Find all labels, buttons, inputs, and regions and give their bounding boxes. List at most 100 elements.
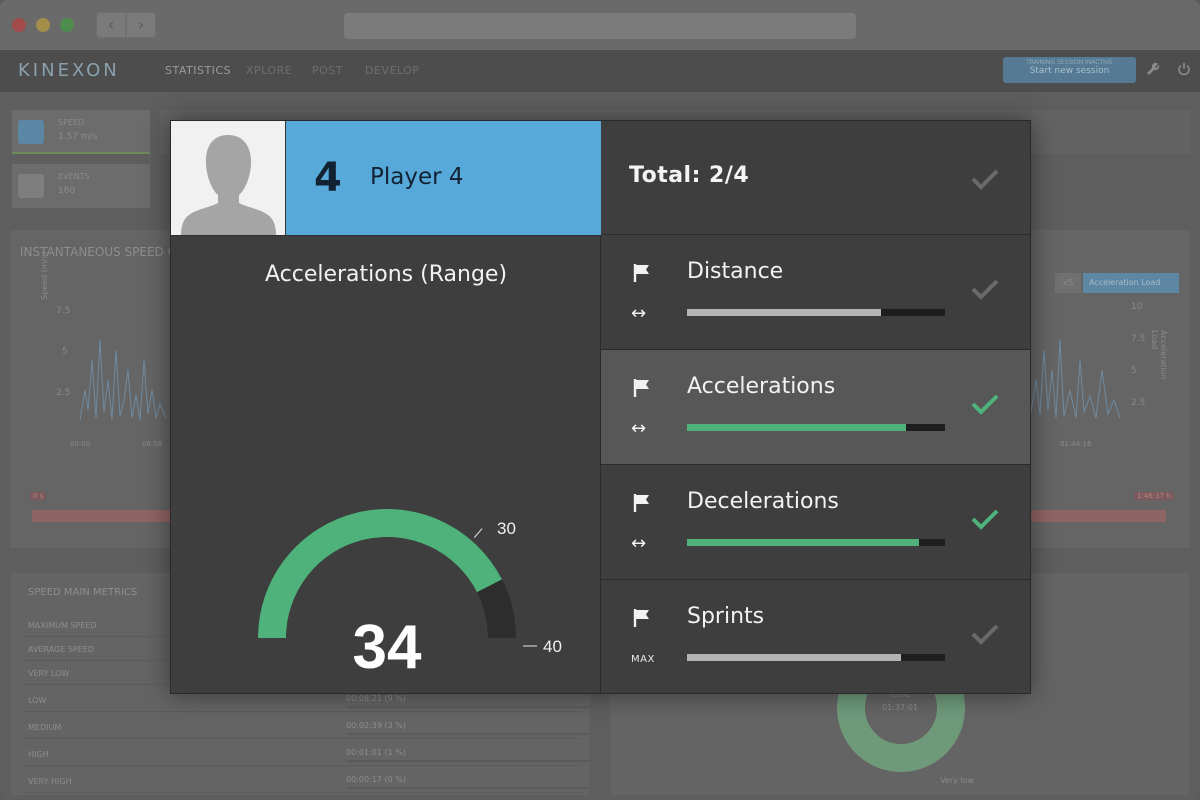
row-bar xyxy=(346,706,590,708)
stat-value: 1.57 m/s xyxy=(58,132,98,142)
stat-label: SPEED xyxy=(58,118,85,127)
row-label: VERY LOW xyxy=(28,669,70,678)
flag-icon xyxy=(633,264,649,282)
player-number: 4 xyxy=(314,155,342,201)
progress-fill xyxy=(687,424,907,431)
y-axis-label-left: Speed (m/s) xyxy=(40,251,49,300)
metric-name: Distance xyxy=(687,259,784,284)
progress-track xyxy=(687,424,945,431)
check-icon xyxy=(971,169,999,190)
tag-icon xyxy=(18,174,44,198)
double-arrow-icon: ↔ xyxy=(631,533,647,554)
range-slider-right[interactable] xyxy=(1030,510,1166,522)
y-tick: 7.5 xyxy=(56,306,71,316)
start-session-label: Start new session xyxy=(1029,66,1110,76)
stat-card-events[interactable]: EVENTS 160 xyxy=(12,164,150,208)
stat-underline xyxy=(12,152,150,154)
kinexon-logo: KINEXON xyxy=(18,60,120,81)
nav-xplore[interactable]: XPLORE xyxy=(246,64,292,77)
progress-fill xyxy=(687,309,881,316)
row-label: AVERAGE SPEED xyxy=(28,645,95,654)
row-bar xyxy=(346,760,590,762)
range-end-label: 1:46:37 h xyxy=(1134,492,1174,500)
x-tick: 06:58 xyxy=(142,440,163,448)
progress-track xyxy=(687,654,945,661)
gauge-min-tick xyxy=(473,528,483,538)
metric-row-decelerations[interactable]: ↔ Decelerations xyxy=(601,465,1030,580)
speed-series-left xyxy=(80,339,167,421)
nav-post[interactable]: POST xyxy=(312,64,343,77)
row-value: 00:00:17 (0 %) xyxy=(346,775,406,784)
address-bar[interactable] xyxy=(344,13,856,39)
y-tick-right: 5 xyxy=(1131,366,1137,376)
vs-label: VS xyxy=(1055,273,1081,293)
row-label: MAXIMUM SPEED xyxy=(28,621,97,630)
back-button[interactable]: ‹ xyxy=(96,12,126,38)
check-icon xyxy=(971,509,999,530)
check-icon xyxy=(971,624,999,645)
progress-track xyxy=(687,539,945,546)
person-silhouette-icon xyxy=(181,135,276,235)
acceleration-gauge: 30 40 34 xyxy=(258,509,562,682)
maximize-window-button[interactable] xyxy=(60,18,74,32)
speed-series-right xyxy=(1030,339,1120,419)
y-tick-right: 7.5 xyxy=(1131,334,1146,344)
start-session-button[interactable]: TRAINING SESSION INACTIVE Start new sess… xyxy=(1003,57,1136,83)
range-slider-left[interactable] xyxy=(32,510,172,522)
flag-icon xyxy=(633,379,649,397)
gauge-min-label: 30 xyxy=(497,519,516,538)
stat-card-speed[interactable]: SPEED 1.57 m/s xyxy=(12,110,150,154)
close-window-button[interactable] xyxy=(12,18,26,32)
flag-icon xyxy=(633,494,649,512)
player-modal: 4 Player 4 Accelerations (Range) 30 40 3… xyxy=(170,120,1031,694)
player-name: Player 4 xyxy=(370,164,464,190)
gauge-icon xyxy=(18,120,44,144)
metric-row-accelerations[interactable]: ↔ Accelerations xyxy=(601,350,1030,465)
x-tick: 01:44:16 xyxy=(1060,440,1092,448)
y-tick-right: 2.5 xyxy=(1131,398,1146,408)
metric-name: Accelerations xyxy=(687,374,836,399)
metric-row-distance[interactable]: ↔ Distance xyxy=(601,235,1030,350)
wrench-icon[interactable] xyxy=(1146,62,1160,80)
nav-statistics[interactable]: STATISTICS xyxy=(165,64,231,77)
progress-fill xyxy=(687,654,902,661)
donut-total-value: 01:37:01 xyxy=(882,703,918,712)
row-value: 00:01:01 (1 %) xyxy=(346,748,406,757)
metrics-panel: Total: 2/4 ↔ Distance ↔ Accelerations ↔ Decel… xyxy=(601,121,1030,693)
x-tick: 00:00 xyxy=(70,440,91,448)
player-header: 4 Player 4 xyxy=(286,121,601,235)
power-icon[interactable] xyxy=(1177,62,1191,80)
metrics-title: SPEED MAIN METRICS xyxy=(28,587,138,598)
gauge-panel: Accelerations (Range) 30 40 34 xyxy=(171,235,601,693)
gauge-value: 34 xyxy=(353,613,422,682)
row-bar xyxy=(346,733,590,735)
metric-row-sprints[interactable]: MAX Sprints xyxy=(601,580,1030,693)
forward-button[interactable]: › xyxy=(126,12,156,38)
y-axis-label-right: Acceleration Load xyxy=(1150,330,1168,380)
table-row: HIGH 00:01:01 (1 %) xyxy=(22,742,590,766)
flag-icon xyxy=(633,609,649,627)
metric-select[interactable]: Acceleration Load xyxy=(1083,273,1179,293)
minimize-window-button[interactable] xyxy=(36,18,50,32)
stat-label: EVENTS xyxy=(58,172,90,181)
range-start-label: 0 s xyxy=(30,492,47,500)
row-label: LOW xyxy=(28,696,47,705)
table-row: MEDIUM 00:02:39 (3 %) xyxy=(22,715,590,739)
row-label: MEDIUM xyxy=(28,723,62,732)
check-icon xyxy=(971,394,999,415)
total-label: Total: 2/4 xyxy=(629,163,750,188)
progress-fill xyxy=(687,539,920,546)
session-status: TRAINING SESSION INACTIVE xyxy=(1026,59,1113,66)
nav-develop[interactable]: DEVELOP xyxy=(365,64,419,77)
y-tick-right: 10 xyxy=(1131,302,1143,312)
titlebar: ‹ › xyxy=(0,0,1200,50)
progress-track xyxy=(687,309,945,316)
row-value: 00:08:21 (9 %) xyxy=(346,694,406,703)
metric-name: Sprints xyxy=(687,604,765,629)
double-arrow-icon: ↔ xyxy=(631,418,647,439)
row-label: HIGH xyxy=(28,750,49,759)
double-arrow-icon: ↔ xyxy=(631,303,647,324)
row-bar xyxy=(346,787,590,789)
avatar xyxy=(171,121,286,235)
row-value: 00:02:39 (3 %) xyxy=(346,721,406,730)
